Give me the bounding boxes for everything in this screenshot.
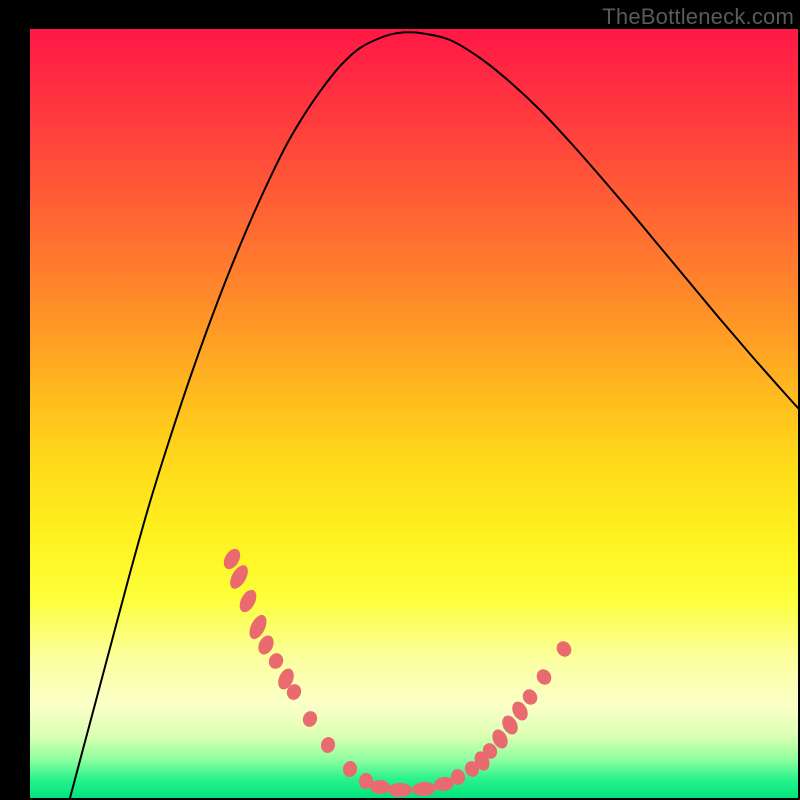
chart-frame: TheBottleneck.com <box>0 0 800 800</box>
bottleneck-curve <box>70 32 798 798</box>
curve-marker <box>236 587 260 615</box>
curve-markers <box>220 546 574 797</box>
curve-marker <box>534 667 554 688</box>
curve-marker <box>554 638 575 659</box>
curve-marker <box>388 783 412 797</box>
watermark-text: TheBottleneck.com <box>602 4 794 30</box>
curve-marker <box>301 709 319 729</box>
curve-marker <box>319 736 336 755</box>
chart-svg <box>30 29 798 798</box>
curve-marker <box>342 760 359 778</box>
curve-marker <box>412 781 437 797</box>
curve-marker <box>266 651 285 671</box>
